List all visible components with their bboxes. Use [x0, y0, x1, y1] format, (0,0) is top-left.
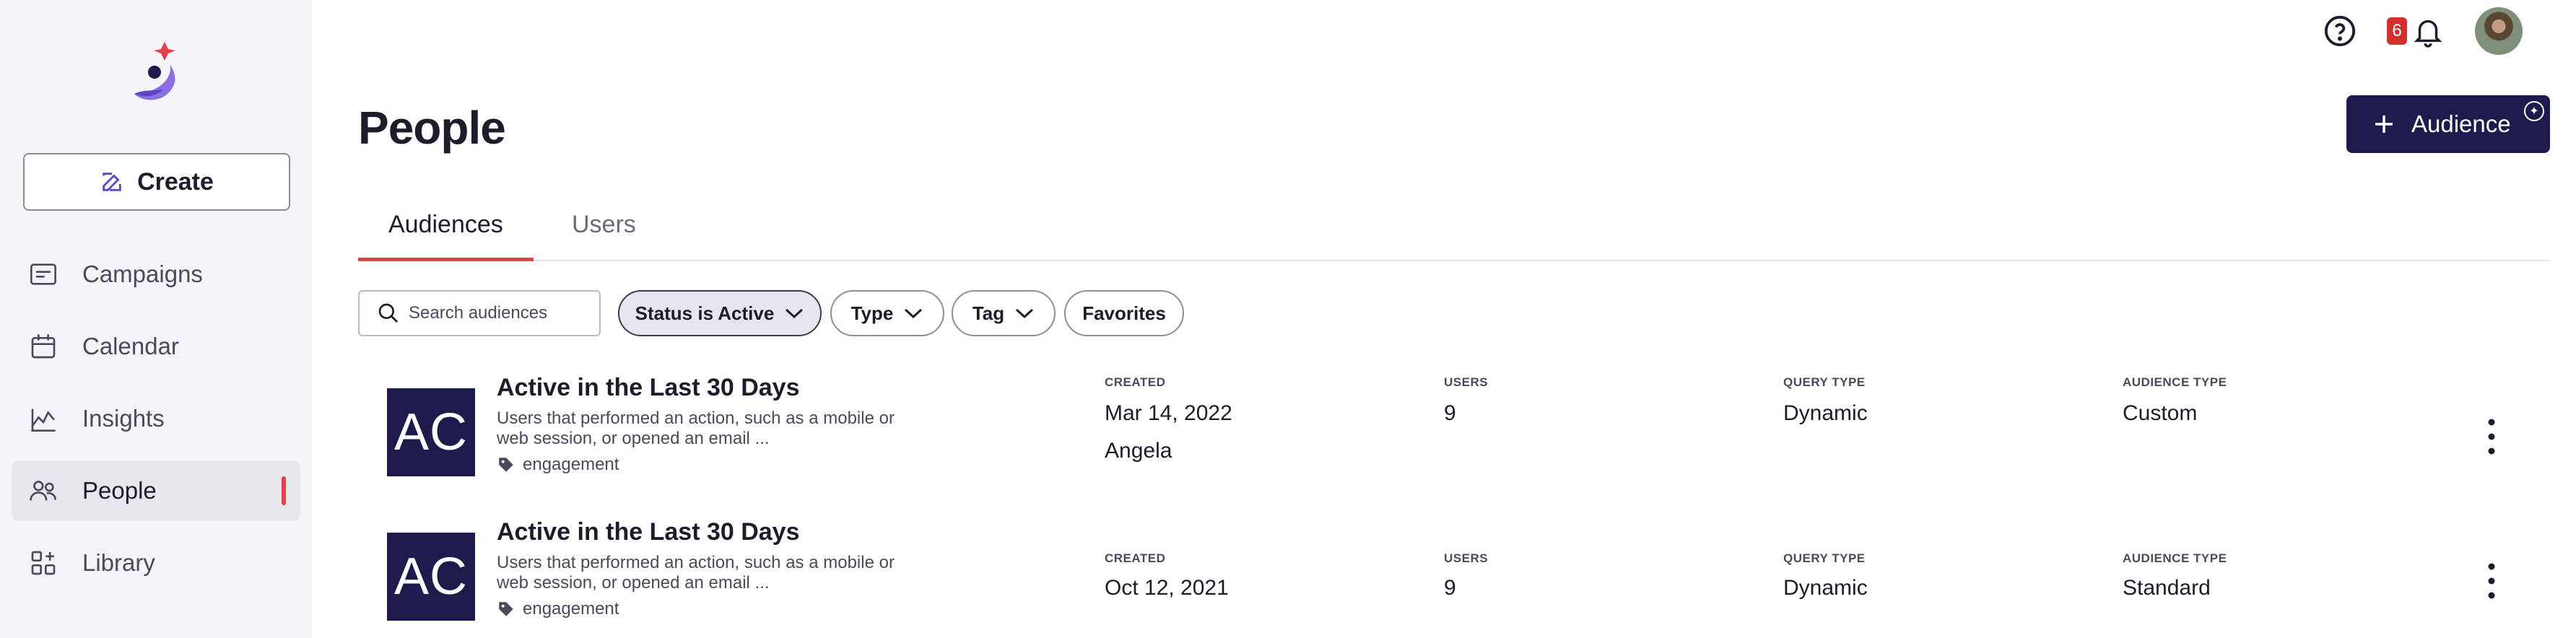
created-label: CREATED	[1105, 375, 1166, 389]
add-audience-label: Audience	[2411, 110, 2511, 137]
audience-thumbnail: AC	[387, 533, 475, 621]
query-type-label: QUERY TYPE	[1783, 551, 1866, 565]
sidebar-item-label: People	[82, 477, 157, 504]
sidebar-nav: Campaigns Calendar Insights People Libra…	[12, 244, 300, 605]
sparkle-icon: ✦	[2524, 101, 2544, 121]
search-icon	[378, 303, 398, 323]
search-box	[358, 290, 601, 336]
audience-type-label: AUDIENCE TYPE	[2123, 375, 2227, 389]
created-label: CREATED	[1105, 551, 1166, 565]
list-item[interactable]: AC Active in the Last 30 Days Users that…	[358, 368, 2550, 498]
sidebar-item-label: Campaigns	[82, 261, 203, 287]
sidebar-item-campaigns[interactable]: Campaigns	[12, 244, 300, 305]
bell-icon[interactable]	[2411, 14, 2445, 48]
sidebar-item-label: Library	[82, 549, 155, 576]
type-filter-label: Type	[850, 302, 894, 324]
help-icon[interactable]	[2323, 14, 2357, 48]
notification-count-badge: 6	[2387, 17, 2407, 45]
create-button[interactable]: Create	[23, 153, 290, 211]
chevron-down-icon	[905, 308, 923, 319]
created-by: Angela	[1105, 439, 1172, 463]
more-options-icon[interactable]	[2486, 417, 2497, 456]
status-filter-chip[interactable]: Status is Active	[618, 290, 822, 336]
tag-icon	[499, 458, 513, 472]
page-title: People	[358, 102, 506, 154]
favorites-filter-label: Favorites	[1082, 302, 1166, 324]
sidebar-item-label: Calendar	[82, 333, 179, 359]
status-filter-label: Status is Active	[635, 302, 775, 324]
users-label: USERS	[1444, 551, 1489, 565]
library-icon	[31, 551, 56, 575]
user-avatar[interactable]	[2475, 7, 2523, 55]
audience-title[interactable]: Active in the Last 30 Days	[497, 374, 800, 402]
created-date: Mar 14, 2022	[1105, 401, 1232, 425]
audience-tag[interactable]: engagement	[497, 455, 619, 475]
tag-filter-chip[interactable]: Tag	[952, 290, 1056, 336]
users-count: 9	[1444, 576, 1456, 600]
chevron-down-icon	[1016, 308, 1034, 319]
chevron-down-icon	[786, 308, 804, 319]
query-type-value: Dynamic	[1783, 576, 1868, 600]
sidebar-item-library[interactable]: Library	[12, 533, 300, 593]
tab-users[interactable]: Users	[541, 211, 666, 261]
audience-type-label: AUDIENCE TYPE	[2123, 551, 2227, 565]
query-type-label: QUERY TYPE	[1783, 375, 1866, 389]
search-input[interactable]	[409, 303, 596, 323]
type-filter-chip[interactable]: Type	[830, 290, 944, 336]
sidebar-item-people[interactable]: People	[12, 460, 300, 521]
audience-tag-label: engagement	[523, 455, 619, 474]
favorites-filter-chip[interactable]: Favorites	[1064, 290, 1184, 336]
audience-description: Users that performed an action, such as …	[497, 553, 895, 593]
audience-tag-label: engagement	[523, 599, 619, 619]
sidebar-item-calendar[interactable]: Calendar	[12, 316, 300, 377]
created-date: Oct 12, 2021	[1105, 576, 1229, 600]
sidebar-item-label: Insights	[82, 405, 165, 432]
create-button-label: Create	[137, 167, 214, 196]
users-label: USERS	[1444, 375, 1489, 389]
tab-audiences[interactable]: Audiences	[358, 211, 534, 261]
more-options-icon[interactable]	[2486, 561, 2497, 600]
audience-thumbnail: AC	[387, 388, 475, 476]
sidebar-item-insights[interactable]: Insights	[12, 388, 300, 449]
query-type-value: Dynamic	[1783, 401, 1868, 425]
sidebar: Create Campaigns Calendar Insights Peopl…	[0, 0, 312, 638]
insights-icon	[31, 408, 56, 432]
audience-type-value: Standard	[2123, 576, 2211, 600]
edit-icon	[103, 172, 121, 191]
people-icon	[30, 481, 56, 501]
tab-bar: Audiences Users	[358, 195, 2550, 261]
tag-filter-label: Tag	[972, 302, 1005, 324]
audience-description: Users that performed an action, such as …	[497, 408, 895, 448]
audience-type-value: Custom	[2123, 401, 2198, 425]
plus-icon	[2375, 115, 2393, 133]
users-count: 9	[1444, 401, 1456, 425]
audience-tag[interactable]: engagement	[497, 599, 619, 619]
calendar-icon	[31, 334, 56, 359]
campaigns-icon	[30, 263, 56, 285]
add-audience-button[interactable]: Audience ✦	[2346, 95, 2550, 153]
audience-title[interactable]: Active in the Last 30 Days	[497, 518, 800, 546]
list-item[interactable]: AC Active in the Last 30 Days Users that…	[358, 512, 2550, 638]
app-logo-icon[interactable]	[129, 40, 186, 105]
tag-icon	[499, 602, 513, 616]
